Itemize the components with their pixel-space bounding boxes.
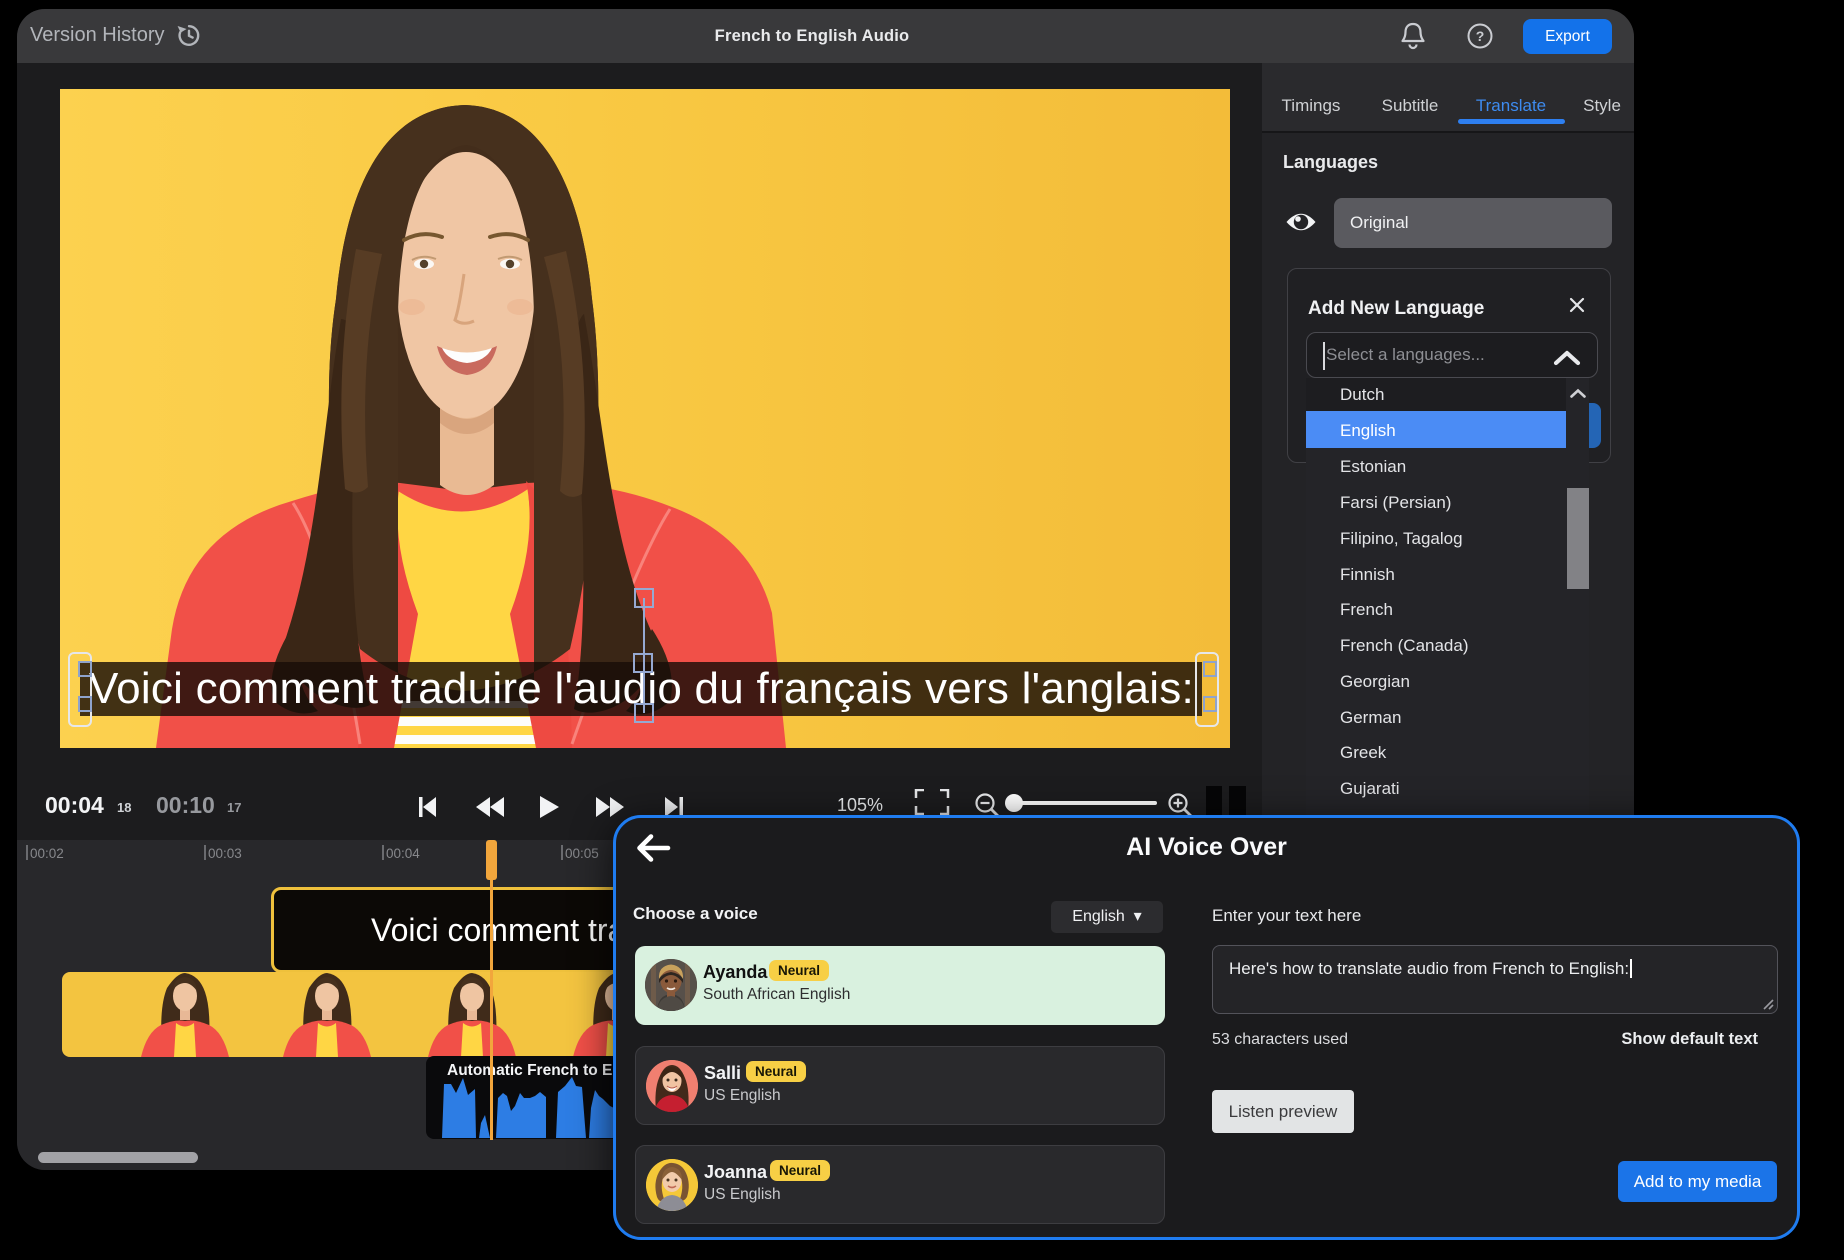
svg-text:?: ? bbox=[1476, 28, 1485, 44]
